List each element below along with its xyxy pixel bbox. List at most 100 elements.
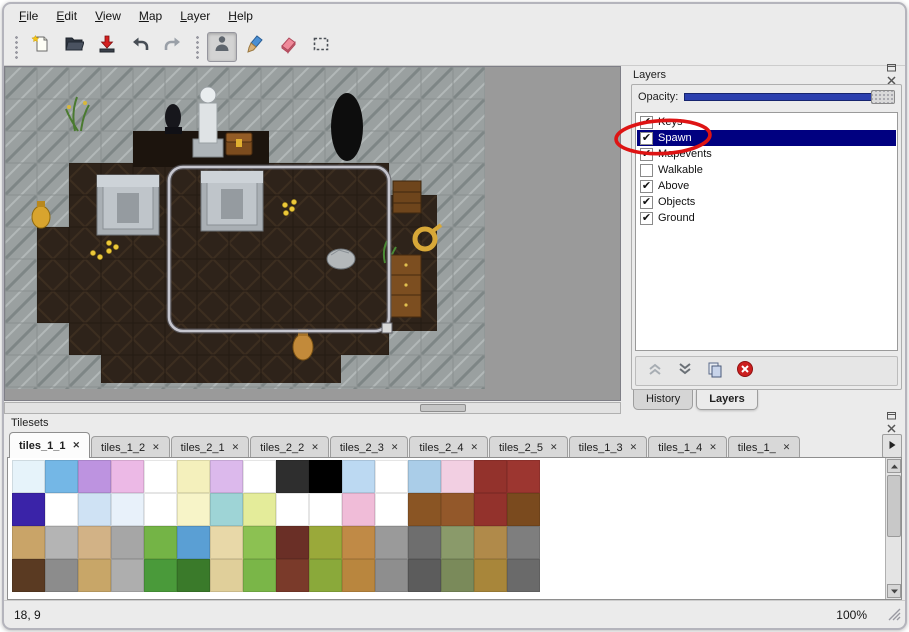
tile-2-5[interactable]: [177, 526, 210, 559]
tile-3-5[interactable]: [177, 559, 210, 592]
tile-0-10[interactable]: [342, 460, 375, 493]
new-file-button[interactable]: [26, 32, 56, 62]
tile-1-3[interactable]: [111, 493, 144, 526]
layer-visibility-checkbox[interactable]: ✔: [640, 180, 653, 193]
menu-map[interactable]: Map: [130, 6, 171, 26]
tileset-tab-tiles_1_[interactable]: tiles_1_✕: [728, 436, 800, 458]
toolbar-drag-handle[interactable]: [14, 35, 19, 59]
tile-1-11[interactable]: [375, 493, 408, 526]
close-tab-icon[interactable]: ✕: [470, 443, 478, 452]
tileset-tab-tiles_2_3[interactable]: tiles_2_3✕: [330, 436, 409, 458]
tile-3-4[interactable]: [144, 559, 177, 592]
tab-history[interactable]: History: [633, 390, 693, 410]
dock-splitter[interactable]: [621, 66, 629, 414]
tile-3-15[interactable]: [507, 559, 540, 592]
layer-visibility-checkbox[interactable]: ✔: [640, 148, 653, 161]
tile-0-3[interactable]: [111, 460, 144, 493]
tile-0-6[interactable]: [210, 460, 243, 493]
resize-grip[interactable]: [888, 608, 901, 624]
tile-0-14[interactable]: [474, 460, 507, 493]
tile-1-9[interactable]: [309, 493, 342, 526]
selection-resize-handle[interactable]: [382, 323, 392, 333]
tile-0-2[interactable]: [78, 460, 111, 493]
layer-row-keys[interactable]: ✔Keys: [637, 114, 896, 130]
tile-3-14[interactable]: [474, 559, 507, 592]
layer-row-spawn[interactable]: ✔Spawn: [637, 130, 896, 146]
map-viewport[interactable]: [4, 66, 621, 401]
tile-0-0[interactable]: [12, 460, 45, 493]
tile-3-12[interactable]: [408, 559, 441, 592]
delete-layer-button[interactable]: [734, 360, 756, 382]
layer-row-ground[interactable]: ✔Ground: [637, 210, 896, 226]
tile-1-0[interactable]: [12, 493, 45, 526]
tile-1-13[interactable]: [441, 493, 474, 526]
scroll-up-icon[interactable]: [887, 459, 901, 473]
tile-3-7[interactable]: [243, 559, 276, 592]
opacity-slider[interactable]: [684, 90, 895, 104]
layer-row-above[interactable]: ✔Above: [637, 178, 896, 194]
tab-layers[interactable]: Layers: [696, 390, 757, 410]
tile-2-7[interactable]: [243, 526, 276, 559]
tile-1-12[interactable]: [408, 493, 441, 526]
toolbar-drag-handle[interactable]: [195, 35, 200, 59]
raise-layer-button[interactable]: [644, 360, 666, 382]
close-tab-icon[interactable]: ✕: [391, 443, 399, 452]
tile-3-1[interactable]: [45, 559, 78, 592]
float-panel-button[interactable]: [884, 62, 898, 75]
rect-select-button[interactable]: [306, 32, 336, 62]
tile-2-4[interactable]: [144, 526, 177, 559]
float-panel-button[interactable]: [884, 410, 898, 423]
undo-button[interactable]: [125, 32, 155, 62]
tile-1-14[interactable]: [474, 493, 507, 526]
duplicate-layer-button[interactable]: [704, 360, 726, 382]
scrollbar-thumb[interactable]: [420, 404, 466, 412]
tab-scroll-right-button[interactable]: [882, 434, 902, 458]
tile-2-15[interactable]: [507, 526, 540, 559]
tile-1-2[interactable]: [78, 493, 111, 526]
player-stamp-button[interactable]: [207, 32, 237, 62]
tileset-tab-tiles_2_4[interactable]: tiles_2_4✕: [409, 436, 488, 458]
tileset-tab-tiles_1_3[interactable]: tiles_1_3✕: [569, 436, 648, 458]
layer-visibility-checkbox[interactable]: ✔: [640, 196, 653, 209]
tile-0-13[interactable]: [441, 460, 474, 493]
tile-3-10[interactable]: [342, 559, 375, 592]
palette-vertical-scrollbar[interactable]: [885, 458, 901, 599]
tile-2-14[interactable]: [474, 526, 507, 559]
layer-visibility-checkbox[interactable]: ✔: [640, 116, 653, 129]
opacity-slider-handle[interactable]: [871, 90, 895, 104]
open-folder-button[interactable]: [59, 32, 89, 62]
tileset-tab-tiles_2_5[interactable]: tiles_2_5✕: [489, 436, 568, 458]
tile-1-1[interactable]: [45, 493, 78, 526]
scroll-down-icon[interactable]: [887, 584, 901, 598]
tileset-tab-tiles_1_4[interactable]: tiles_1_4✕: [648, 436, 727, 458]
tile-2-9[interactable]: [309, 526, 342, 559]
layer-visibility-checkbox[interactable]: ✔: [640, 212, 653, 225]
tile-0-8[interactable]: [276, 460, 309, 493]
close-tab-icon[interactable]: ✕: [550, 443, 558, 452]
close-tab-icon[interactable]: ✕: [72, 441, 80, 450]
paint-brush-button[interactable]: [240, 32, 270, 62]
tile-3-8[interactable]: [276, 559, 309, 592]
tile-0-4[interactable]: [144, 460, 177, 493]
menu-edit[interactable]: Edit: [47, 6, 86, 26]
tile-2-12[interactable]: [408, 526, 441, 559]
tile-2-10[interactable]: [342, 526, 375, 559]
tile-2-11[interactable]: [375, 526, 408, 559]
close-tab-icon[interactable]: ✕: [630, 443, 638, 452]
tile-0-7[interactable]: [243, 460, 276, 493]
tile-0-1[interactable]: [45, 460, 78, 493]
tile-0-12[interactable]: [408, 460, 441, 493]
redo-button[interactable]: [158, 32, 188, 62]
layer-row-walkable[interactable]: Walkable: [637, 162, 896, 178]
tile-3-6[interactable]: [210, 559, 243, 592]
tile-0-9[interactable]: [309, 460, 342, 493]
tile-1-6[interactable]: [210, 493, 243, 526]
lower-layer-button[interactable]: [674, 360, 696, 382]
tile-3-11[interactable]: [375, 559, 408, 592]
eraser-button[interactable]: [273, 32, 303, 62]
tile-2-2[interactable]: [78, 526, 111, 559]
tile-2-6[interactable]: [210, 526, 243, 559]
tileset-tab-tiles_1_2[interactable]: tiles_1_2✕: [91, 436, 170, 458]
tile-2-1[interactable]: [45, 526, 78, 559]
menu-layer[interactable]: Layer: [171, 6, 219, 26]
